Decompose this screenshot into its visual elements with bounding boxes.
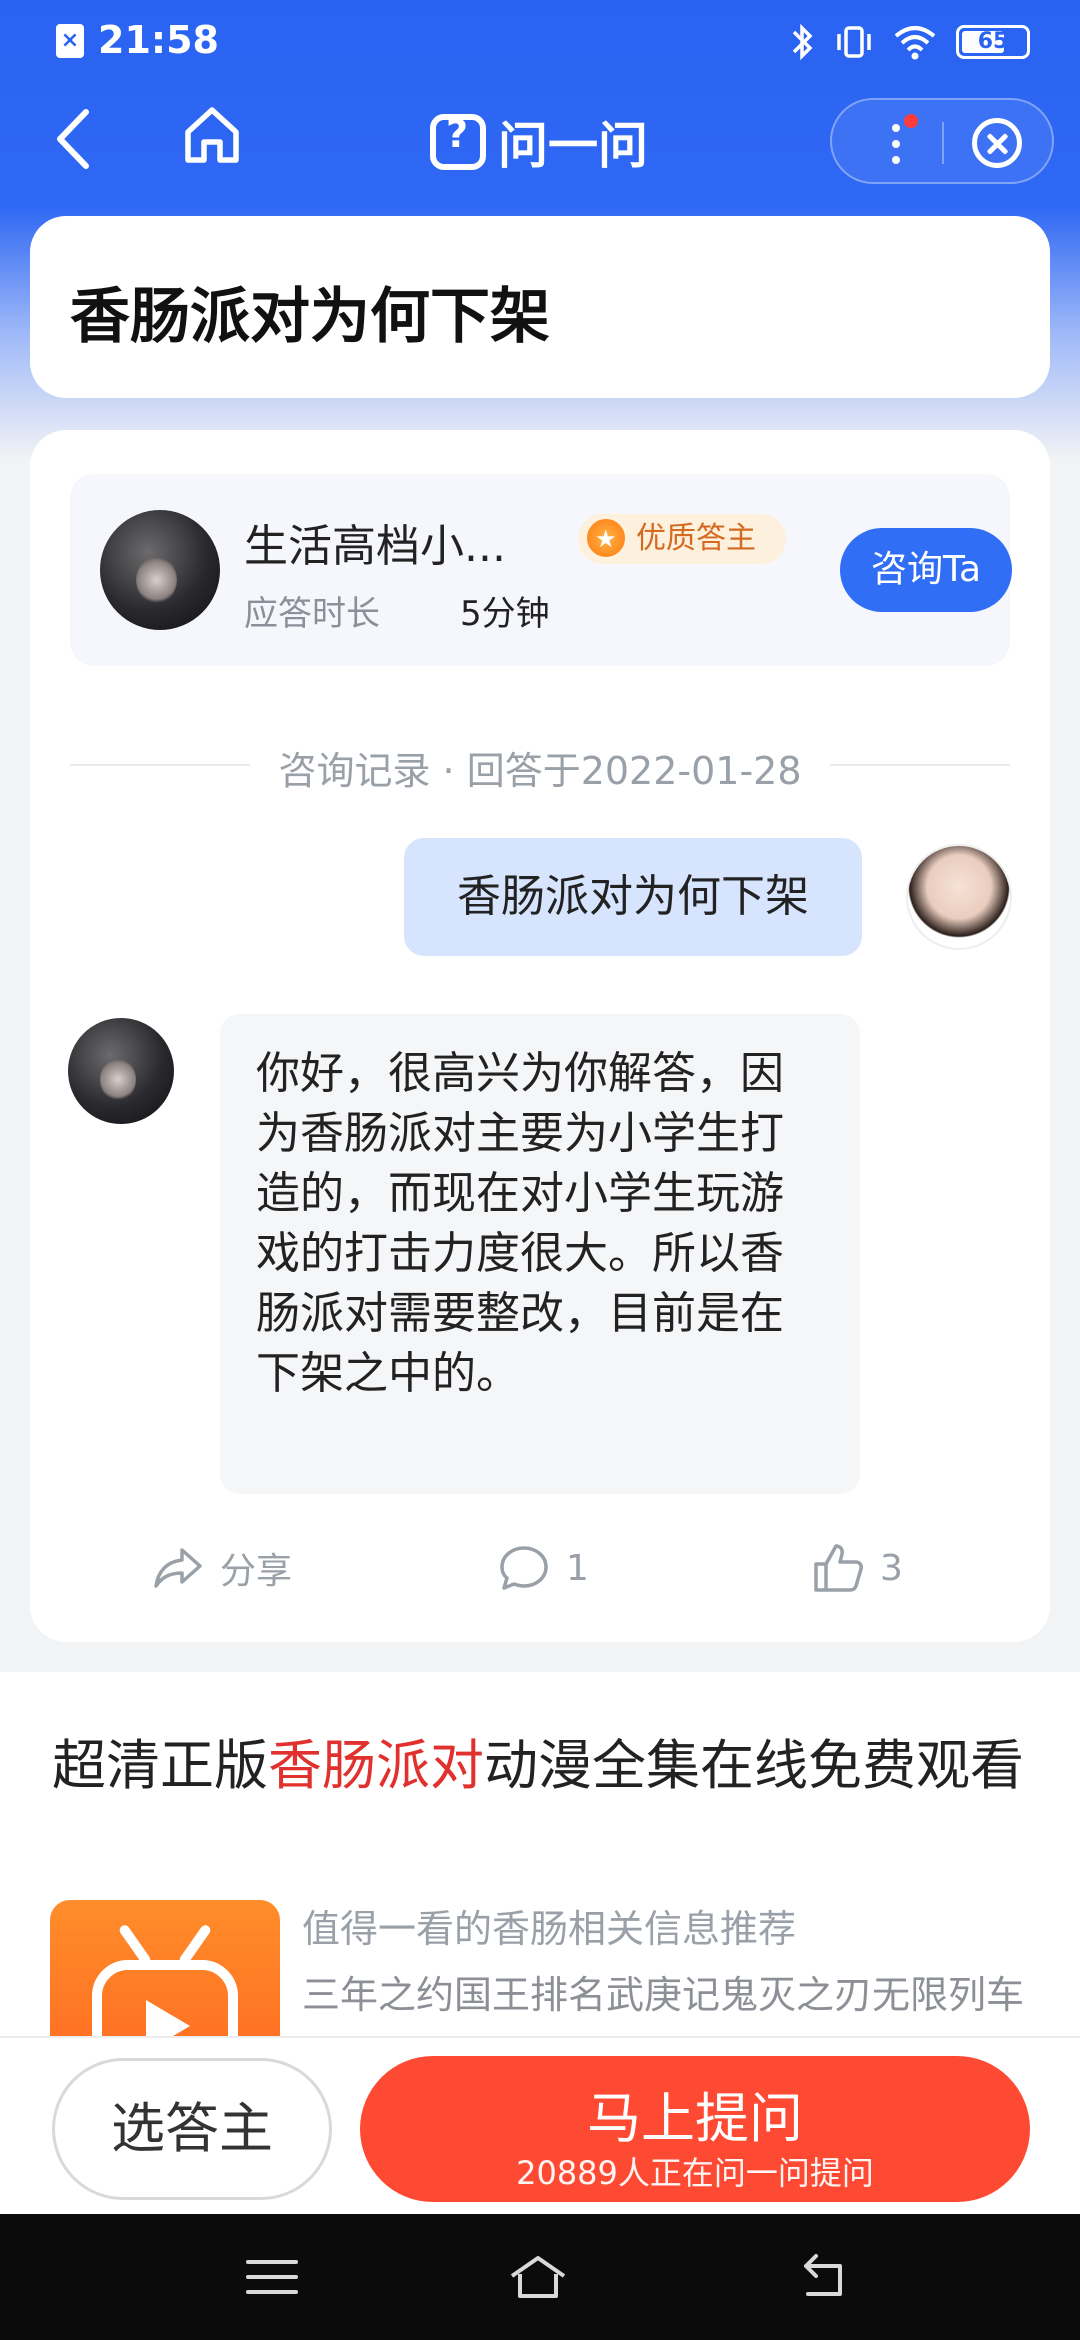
consult-button[interactable]: 咨询Ta: [840, 528, 1012, 612]
share-button[interactable]: 分享: [150, 1540, 292, 1596]
rec-title-highlight: 香肠派对: [268, 1734, 484, 1797]
back-arrow-icon[interactable]: [46, 104, 106, 174]
menu-icon[interactable]: [242, 2252, 302, 2302]
battery-icon: 65: [956, 25, 1030, 59]
duration-label: 应答时长: [244, 594, 380, 634]
pick-answerer-button[interactable]: 选答主: [52, 2058, 332, 2200]
battery-level: 65: [977, 29, 1009, 54]
sim-icon: ×: [56, 24, 84, 58]
back-nav-icon[interactable]: [792, 2252, 852, 2302]
question-title: 香肠派对为何下架: [70, 282, 550, 352]
divider-line-right: [830, 764, 1010, 766]
user-message-bubble: 香肠派对为何下架: [404, 838, 862, 956]
status-time: 21:58: [98, 18, 219, 62]
answerer-panel[interactable]: 生活高档小... 优质答主 应答时长 5分钟 咨询Ta: [70, 474, 1012, 666]
status-icons: 65: [790, 22, 1030, 62]
wifi-icon: [894, 26, 936, 60]
notification-dot: [904, 114, 918, 128]
user-avatar: [906, 844, 1012, 950]
nav-title-text: 问一问: [498, 117, 648, 175]
ask-now-button[interactable]: 马上提问 20889人正在问一问提问: [360, 2056, 1030, 2202]
rec-title-suffix: 动漫全集在线免费观看: [484, 1734, 1024, 1797]
answerer-avatar[interactable]: [100, 510, 220, 630]
status-bar: × 21:58 65: [0, 0, 1080, 86]
thumbs-up-icon: [814, 1544, 863, 1592]
vibrate-icon: [837, 26, 871, 58]
record-divider: 咨询记录 · 回答于2022-01-28: [70, 740, 1010, 793]
badge-label: 优质答主: [636, 521, 756, 556]
bluetooth-icon: [792, 23, 813, 61]
record-text: 咨询记录 · 回答于2022-01-28: [278, 749, 802, 793]
share-icon: [154, 1548, 202, 1588]
share-label: 分享: [220, 1551, 293, 1592]
comment-count: 1: [566, 1547, 589, 1589]
action-bar: 分享 1 3: [30, 1540, 1050, 1610]
answer-message-bubble: 你好，很高兴为你解答，因为香肠派对主要为小学生打造的，而现在对小学生玩游戏的打击…: [220, 1014, 860, 1494]
quality-badge: 优质答主: [578, 514, 786, 564]
system-nav-bar: [0, 2214, 1080, 2340]
recommendation-title[interactable]: 超清正版香肠派对动漫全集在线免费观看: [52, 1726, 1042, 1806]
rec-title-prefix: 超清正版: [52, 1734, 268, 1797]
answerer-chat-avatar[interactable]: [68, 1018, 174, 1124]
answerer-name: 生活高档小...: [244, 521, 506, 572]
wenyiwen-logo-icon: [430, 112, 486, 170]
comment-button[interactable]: 1: [496, 1540, 589, 1596]
like-button[interactable]: 3: [810, 1540, 903, 1596]
answer-card: 生活高档小... 优质答主 应答时长 5分钟 咨询Ta 咨询记录 · 回答于20…: [30, 430, 1050, 1642]
home-nav-icon[interactable]: [508, 2252, 568, 2302]
ask-now-subtext: 20889人正在问一问提问: [516, 2154, 874, 2192]
duration-value: 5分钟: [460, 594, 550, 634]
comment-icon: [500, 1546, 548, 1590]
bottom-action-bar: 选答主 马上提问 20889人正在问一问提问: [0, 2036, 1080, 2214]
home-icon[interactable]: [180, 100, 244, 170]
close-icon[interactable]: [972, 118, 1022, 168]
ask-now-label: 马上提问: [587, 2087, 803, 2150]
nav-title: 问一问: [430, 106, 648, 178]
question-card: 香肠派对为何下架: [30, 216, 1050, 398]
like-count: 3: [880, 1547, 903, 1589]
recommendation-subtitle: 值得一看的香肠相关信息推荐: [302, 1907, 797, 1951]
miniapp-capsule: [830, 98, 1054, 184]
nav-bar: 问一问: [0, 90, 1080, 190]
capsule-divider: [942, 122, 944, 164]
medal-icon: [584, 516, 628, 560]
